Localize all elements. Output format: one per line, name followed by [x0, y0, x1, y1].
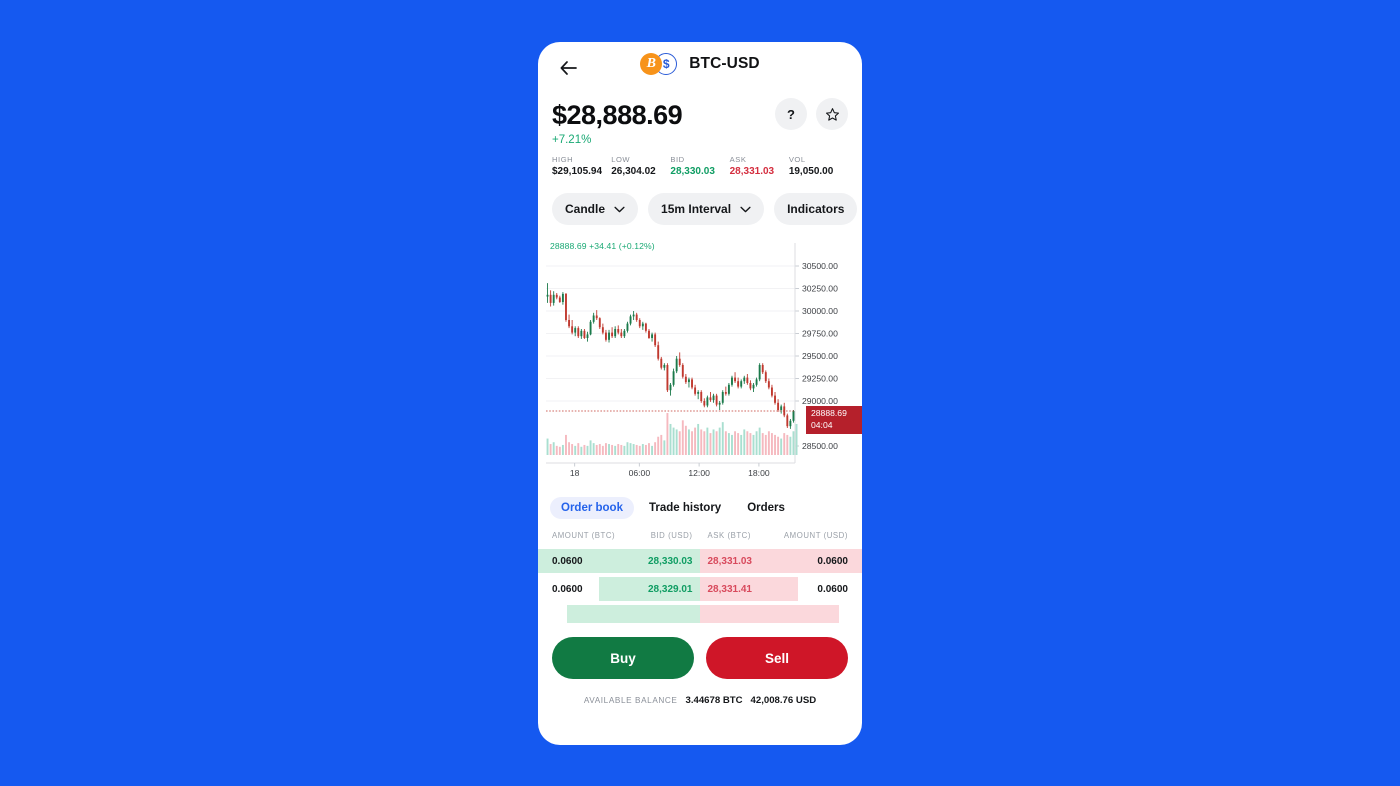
- table-row[interactable]: [552, 603, 848, 624]
- ask-depth-bar: [700, 605, 840, 624]
- orderbook-tabs: Order book Trade history Orders: [538, 485, 862, 520]
- current-price-time: 04:04: [811, 419, 833, 430]
- table-row[interactable]: 0.0600 28,329.01 28,331.41 0.0600: [552, 575, 848, 603]
- indicators-button[interactable]: Indicators: [774, 193, 858, 226]
- star-icon: [825, 107, 839, 121]
- stat-value: 19,050.00: [788, 166, 834, 178]
- stat-value: 28,330.03: [670, 166, 715, 178]
- table-row[interactable]: 0.0600 28,330.03 28,331.03 0.0600: [538, 547, 862, 575]
- stat-label: HIGH: [552, 155, 574, 165]
- orderbook-column-headers: AMOUNT (BTC) BID (USD) ASK (BTC) AMOUNT …: [538, 519, 862, 540]
- svg-text:18:00: 18:00: [748, 468, 770, 478]
- stat-volume: VOL 19,050.00: [789, 155, 848, 177]
- balance-label: AVAILABLE BALANCE: [583, 696, 678, 706]
- header-action-buttons: ?: [775, 98, 848, 130]
- balance-btc: 3.44678 BTC: [685, 695, 743, 707]
- app-header: $ B BTC-USD: [538, 42, 862, 94]
- available-balance: AVAILABLE BALANCE 3.44678 BTC 42,008.76 …: [538, 679, 862, 706]
- chevron-down-icon: [740, 206, 751, 213]
- chevron-down-icon: [614, 206, 625, 213]
- svg-text:30250.00: 30250.00: [802, 284, 838, 294]
- cell-amount-btc: 0.0600: [552, 555, 583, 567]
- candlestick-chart-canvas[interactable]: 30500.00 30250.00 30000.00 29750.00 29500.00…: [538, 235, 862, 485]
- favorite-button[interactable]: [816, 98, 848, 130]
- market-stats: HIGH $29,105.94 LOW 26,304.02 BID 28,330…: [538, 146, 862, 177]
- current-price-tag: 28888.69 04:04: [806, 406, 862, 435]
- stat-label: VOL: [788, 155, 806, 165]
- svg-text:30500.00: 30500.00: [802, 262, 838, 272]
- sell-button[interactable]: Sell: [706, 637, 848, 680]
- column-header-amount-usd: AMOUNT (USD): [783, 531, 848, 541]
- buy-button[interactable]: Buy: [552, 637, 694, 680]
- svg-text:30000.00: 30000.00: [802, 307, 838, 317]
- svg-text:06:00: 06:00: [629, 468, 651, 478]
- interval-label: 15m Interval: [661, 202, 732, 217]
- screenshot-root: $ B BTC-USD $28,888.69 +7.21% ? HIGH $29…: [0, 0, 1400, 786]
- phone-screen: $ B BTC-USD $28,888.69 +7.21% ? HIGH $29…: [538, 42, 862, 745]
- chart-type-dropdown[interactable]: Candle: [552, 193, 639, 226]
- svg-text:28500.00: 28500.00: [802, 442, 838, 452]
- header-pair-group: $ B BTC-USD: [538, 53, 862, 75]
- svg-text:18: 18: [570, 468, 580, 478]
- current-price-value: 28888.69: [811, 408, 847, 419]
- price-change-percent: +7.21%: [552, 134, 592, 147]
- orderbook-rows: 0.0600 28,330.03 28,331.03 0.0600 0.0600…: [538, 547, 862, 624]
- cell-bid-price: 28,330.03: [648, 555, 693, 567]
- page-title: BTC-USD: [689, 55, 760, 72]
- cell-amount-usd: 0.0600: [817, 555, 848, 567]
- stat-value: 26,304.02: [611, 166, 656, 178]
- column-header-ask-btc: ASK (BTC): [707, 531, 752, 541]
- trade-actions: Buy Sell: [538, 623, 862, 680]
- tab-trade-history[interactable]: Trade history: [638, 497, 732, 519]
- stat-value: $29,105.94: [552, 166, 603, 178]
- column-header-bid-usd: BID (USD): [650, 531, 693, 541]
- indicators-label: Indicators: [787, 202, 845, 217]
- stat-value: 28,331.03: [729, 166, 775, 178]
- stat-low: LOW 26,304.02: [611, 155, 670, 177]
- help-button[interactable]: ?: [775, 98, 807, 130]
- svg-text:29000.00: 29000.00: [802, 397, 838, 407]
- chart-type-label: Candle: [565, 202, 606, 217]
- price-chart[interactable]: 30500.00 30250.00 30000.00 29750.00 29500.00…: [538, 235, 862, 485]
- svg-text:29500.00: 29500.00: [802, 352, 838, 362]
- interval-dropdown[interactable]: 15m Interval: [648, 193, 765, 226]
- stat-ask: ASK 28,331.03: [730, 155, 789, 177]
- btc-usd-logo: $ B: [640, 53, 680, 75]
- column-header-amount-btc: AMOUNT (BTC): [552, 531, 616, 541]
- cell-ask-price: 28,331.41: [707, 583, 753, 595]
- balance-usd: 42,008.76 USD: [750, 695, 817, 707]
- price-block: $28,888.69 +7.21% ?: [538, 94, 862, 146]
- svg-text:29750.00: 29750.00: [802, 329, 838, 339]
- svg-text:29250.00: 29250.00: [802, 374, 838, 384]
- bid-depth-bar: [566, 605, 700, 624]
- tab-orders[interactable]: Orders: [736, 497, 796, 519]
- tab-order-book[interactable]: Order book: [550, 497, 634, 520]
- chart-legend: 28888.69 +34.41 (+0.12%): [550, 241, 655, 252]
- stat-high: HIGH $29,105.94: [552, 155, 611, 177]
- stat-label: ASK: [729, 155, 747, 165]
- chart-controls: Candle 15m Interval Indicators: [538, 177, 862, 226]
- stat-label: BID: [670, 155, 685, 165]
- cell-amount-btc: 0.0600: [552, 583, 583, 595]
- stat-bid: BID 28,330.03: [670, 155, 729, 177]
- svg-text:12:00: 12:00: [688, 468, 710, 478]
- cell-bid-price: 28,329.01: [648, 583, 693, 595]
- stat-label: LOW: [611, 155, 631, 165]
- cell-amount-usd: 0.0600: [817, 583, 848, 595]
- cell-ask-price: 28,331.03: [707, 555, 753, 567]
